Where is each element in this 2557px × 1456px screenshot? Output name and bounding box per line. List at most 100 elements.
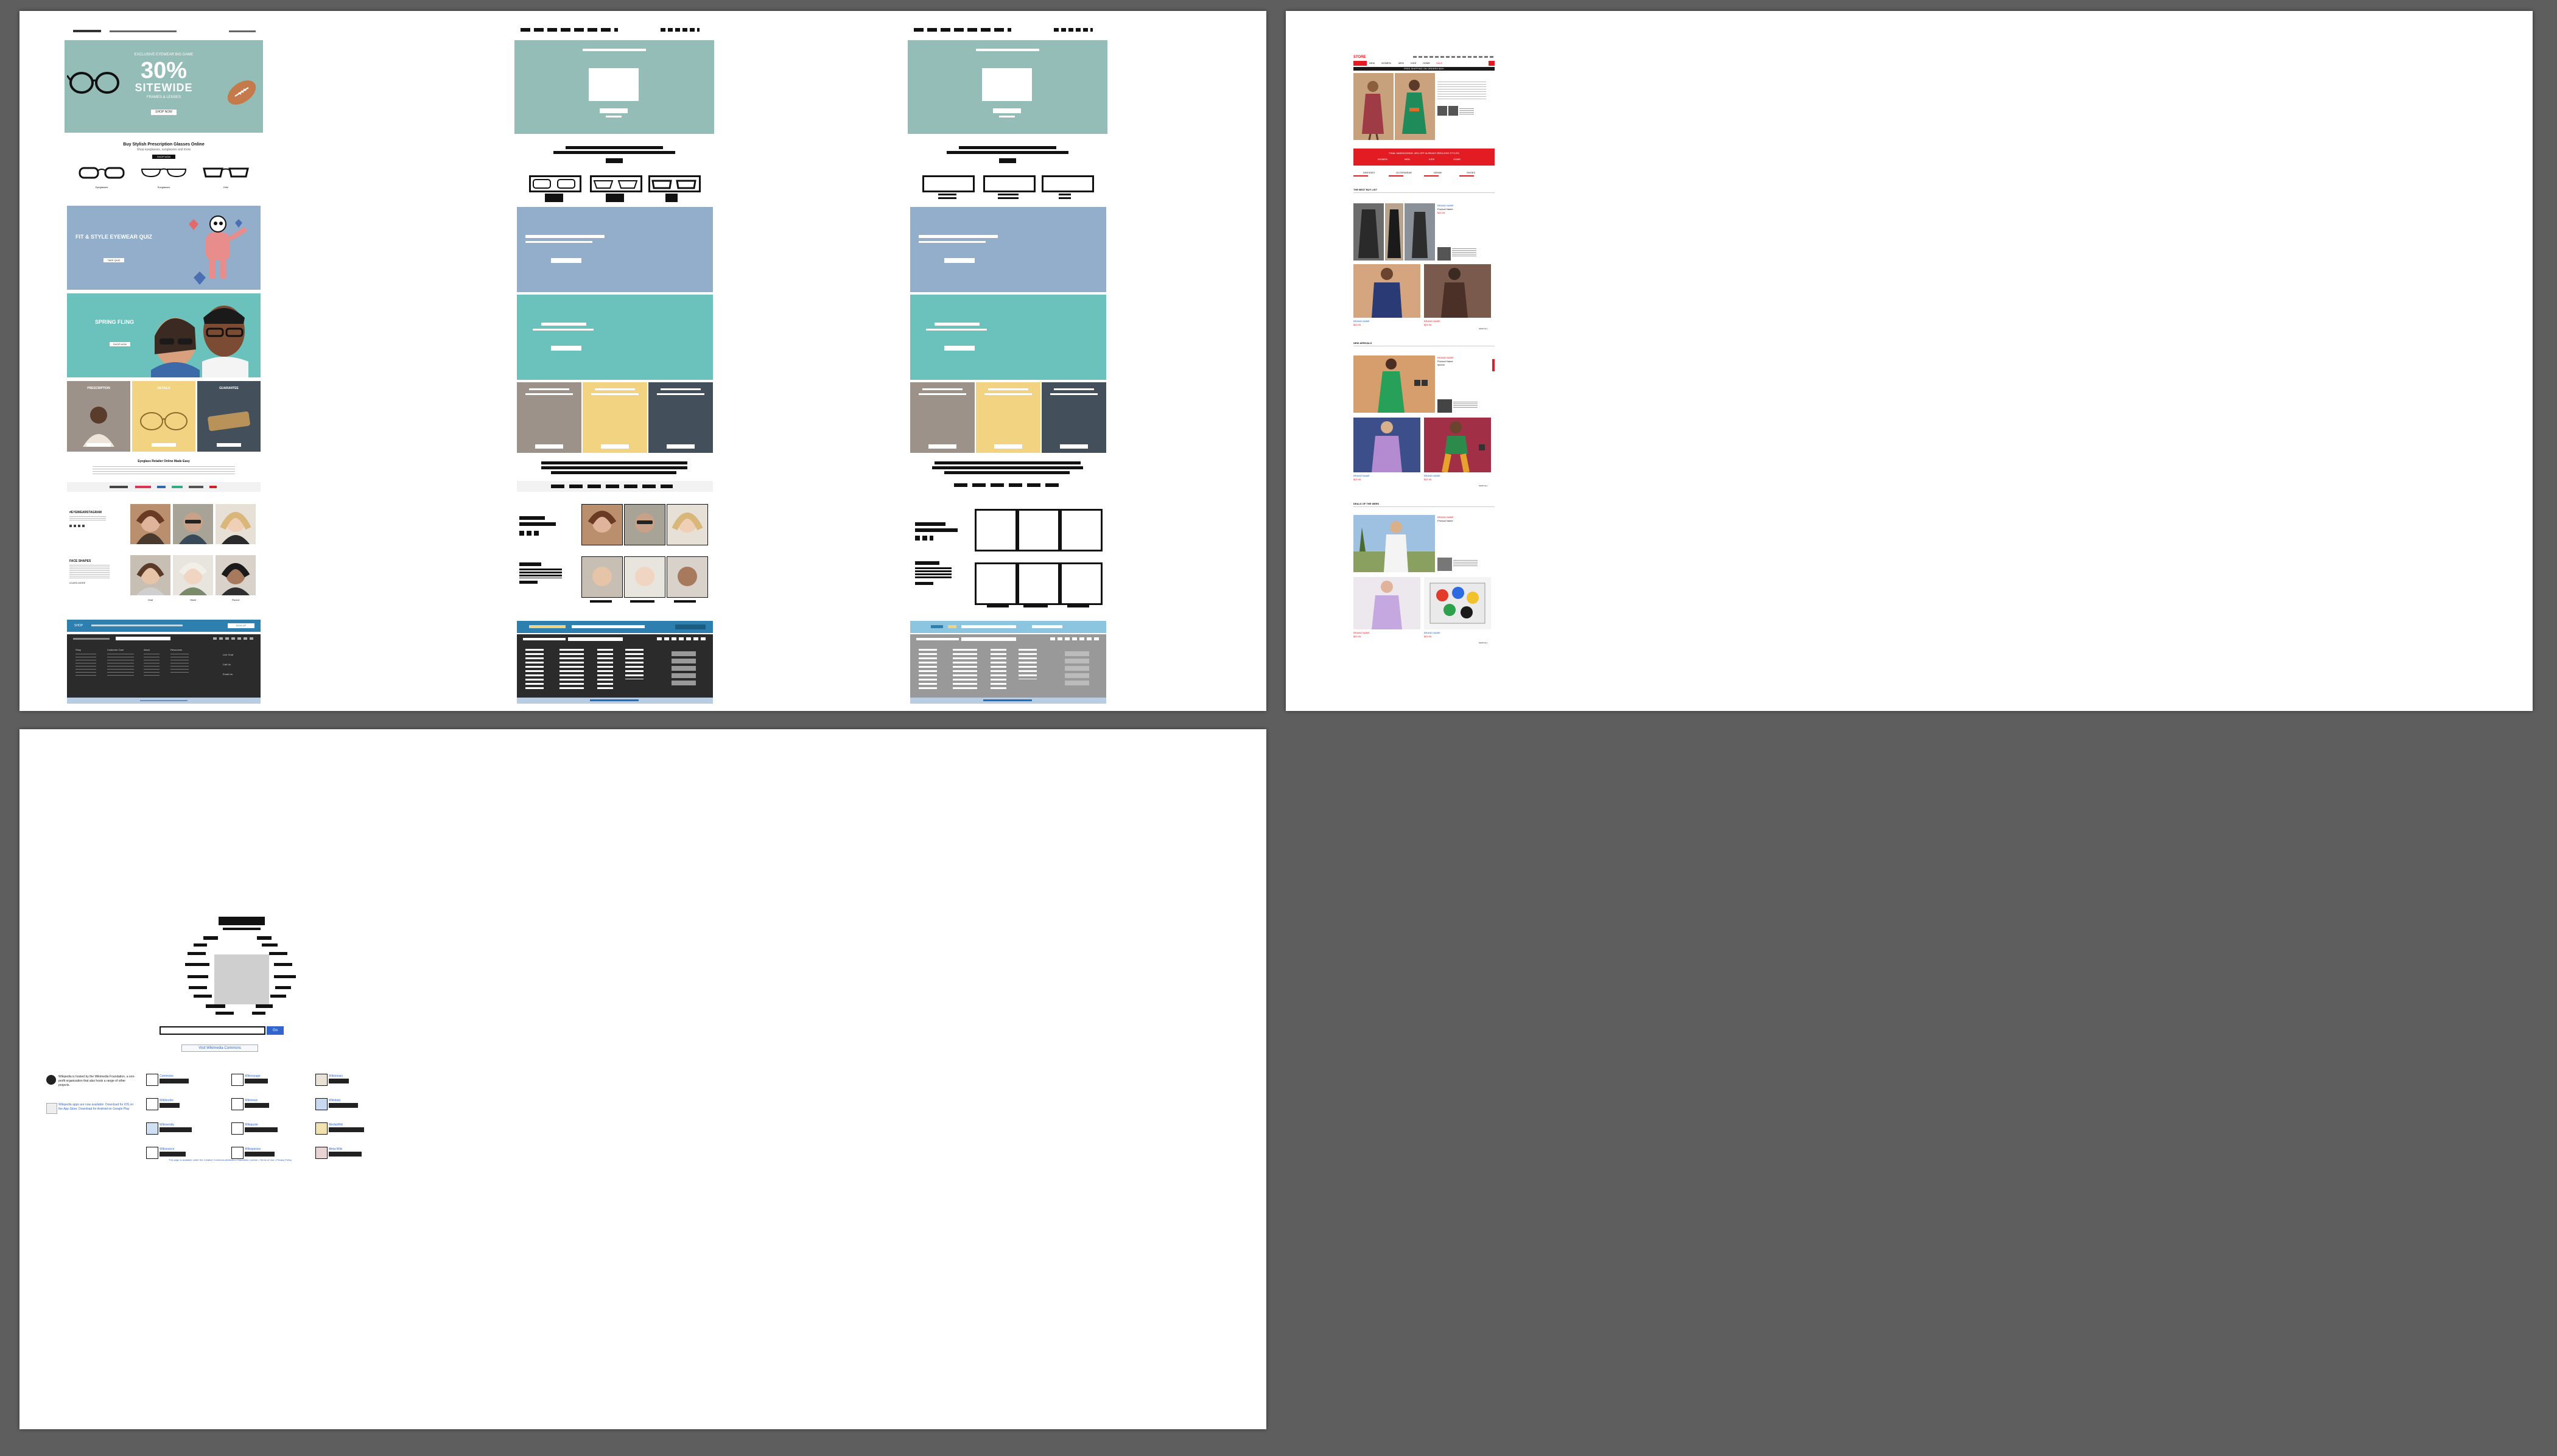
- project-6[interactable]: Wikidata Free knowledge base: [315, 1098, 395, 1116]
- project-3[interactable]: Wiktionary Free dictionary: [315, 1074, 395, 1092]
- project-9[interactable]: MediaWiki Free & open wiki software: [315, 1122, 395, 1141]
- frames-cta-button[interactable]: SHOP NOW: [152, 155, 175, 159]
- nav-links[interactable]: [110, 30, 177, 32]
- project-10-name[interactable]: Wikisource: [160, 1147, 174, 1152]
- fling-cta-button[interactable]: SHOP NOW: [110, 342, 130, 346]
- project-8-name[interactable]: Wikiquote: [245, 1122, 258, 1127]
- retail-product-5[interactable]: [1353, 264, 1420, 318]
- retail-product-14[interactable]: [1424, 577, 1491, 629]
- quiz-cta-button[interactable]: TAKE QUIZ: [103, 258, 124, 262]
- retail-product-8[interactable]: [1437, 399, 1452, 413]
- card-1-cta[interactable]: [86, 443, 111, 447]
- hero-banner[interactable]: EXCLUSIVE EYEWEAR BIG GAME 30% SITEWIDE …: [65, 40, 263, 133]
- project-4-name[interactable]: Wikibooks: [160, 1098, 174, 1103]
- retail-product-11[interactable]: [1353, 515, 1435, 572]
- face-photo-2[interactable]: [173, 555, 213, 595]
- project-11-name[interactable]: Wikispecies: [245, 1147, 261, 1152]
- retail-promo-banner[interactable]: FINAL MARKDOWNS: 40% OFF ALREADY REDUCED…: [1353, 149, 1495, 166]
- retail-nav-6[interactable]: SALE: [1436, 61, 1442, 66]
- project-1-name[interactable]: Commons: [160, 1074, 174, 1079]
- portal-secondary-button[interactable]: Visit Wikimedia Commons: [181, 1045, 258, 1052]
- retail-promo-link-4[interactable]: HOME: [1453, 157, 1461, 162]
- card-2-cta[interactable]: [152, 443, 176, 447]
- retail-logo[interactable]: STORE: [1353, 55, 1366, 60]
- footer-email[interactable]: Email Us: [223, 672, 233, 677]
- social-photo-2[interactable]: [173, 504, 213, 544]
- retail-product-6[interactable]: [1424, 264, 1491, 318]
- retail-product-9[interactable]: [1353, 418, 1420, 472]
- retail-hero-left[interactable]: [1353, 73, 1394, 140]
- project-7[interactable]: Wikiversity Free learning resources: [146, 1122, 225, 1141]
- frame-option-1[interactable]: [78, 166, 125, 179]
- retail-nav-1[interactable]: NEW: [1369, 61, 1375, 66]
- card-prescription[interactable]: PRESCRIPTION: [67, 381, 130, 452]
- site-logo[interactable]: [73, 30, 101, 32]
- footer-links-1[interactable]: [75, 654, 96, 678]
- project-12-name[interactable]: Meta-Wiki: [329, 1147, 342, 1152]
- portal-search-input[interactable]: [160, 1026, 265, 1035]
- card-3-cta[interactable]: [217, 443, 241, 447]
- project-1[interactable]: Commons Free media collection: [146, 1074, 225, 1092]
- retail-product-3[interactable]: [1405, 203, 1435, 261]
- retail-nav-2[interactable]: WOMEN: [1381, 61, 1391, 66]
- retail-hero-right[interactable]: [1395, 73, 1435, 140]
- spring-fling-banner[interactable]: SPRING FLING SHOP NOW: [67, 293, 261, 377]
- frame-label-1[interactable]: Eyeglasses: [78, 185, 125, 190]
- retail-product-12[interactable]: [1437, 558, 1452, 571]
- retail-cat-3[interactable]: DENIM: [1434, 170, 1442, 175]
- retail-product-1[interactable]: [1353, 203, 1384, 261]
- project-7-name[interactable]: Wikiversity: [160, 1122, 174, 1127]
- retail-product-13[interactable]: [1353, 577, 1420, 629]
- retail-header-icons[interactable]: [1413, 56, 1495, 58]
- footer-links-4[interactable]: [170, 654, 189, 674]
- retail-shop-all-2[interactable]: SHOP ALL: [1479, 483, 1487, 488]
- social-photo-1[interactable]: [130, 504, 170, 544]
- promo-cta[interactable]: SIGN UP: [228, 623, 254, 628]
- retail-product-10[interactable]: [1424, 418, 1491, 472]
- card-details[interactable]: DETAILS: [132, 381, 195, 452]
- project-6-name[interactable]: Wikidata: [329, 1098, 340, 1103]
- project-8[interactable]: Wikiquote Free quote compendium: [231, 1122, 310, 1141]
- portal-info-2[interactable]: Wikipedia apps are now available: Downlo…: [58, 1103, 134, 1111]
- retail-nav-4[interactable]: KIDS: [1411, 61, 1416, 66]
- retail-product-2[interactable]: [1385, 203, 1403, 261]
- retail-cat-4[interactable]: SHOES: [1467, 170, 1475, 175]
- project-2-name[interactable]: Wikivoyage: [245, 1074, 261, 1079]
- project-2[interactable]: Wikivoyage Free travel guide: [231, 1074, 310, 1092]
- frame-option-2[interactable]: [140, 166, 188, 179]
- retail-p-name-11[interactable]: Product Name: [1437, 519, 1453, 523]
- retail-shop-all-3[interactable]: SHOP ALL: [1479, 640, 1487, 645]
- social-icons[interactable]: [69, 525, 85, 527]
- social-photo-3[interactable]: [216, 504, 256, 544]
- frame-label-3[interactable]: Kids: [202, 185, 250, 190]
- portal-footer[interactable]: This page is available under the Creativ…: [139, 1158, 321, 1163]
- footer-search[interactable]: [116, 637, 170, 640]
- promo-strip[interactable]: SHOP SIGN UP: [67, 620, 261, 632]
- portal-search-button[interactable]: Go: [267, 1026, 284, 1035]
- project-3-name[interactable]: Wiktionary: [329, 1074, 343, 1079]
- project-9-name[interactable]: MediaWiki: [329, 1122, 343, 1127]
- retail-promo-link-2[interactable]: MEN: [1405, 157, 1410, 162]
- retail-nav-5[interactable]: HOME: [1423, 61, 1430, 66]
- hero-cta-button[interactable]: SHOP NOW: [151, 110, 177, 115]
- project-5-name[interactable]: Wikinews: [245, 1098, 258, 1103]
- faces-cta[interactable]: LEARN MORE: [69, 581, 85, 586]
- project-4[interactable]: Wikibooks Free textbooks: [146, 1098, 225, 1116]
- retail-shop-all-1[interactable]: SHOP ALL: [1479, 326, 1487, 331]
- retail-product-4[interactable]: [1437, 247, 1451, 261]
- footer-call[interactable]: Call Us: [223, 662, 231, 667]
- face-photo-3[interactable]: [216, 555, 256, 595]
- project-12[interactable]: Meta-Wiki Community coordination: [315, 1147, 395, 1165]
- retail-product-7[interactable]: [1353, 355, 1435, 413]
- frame-option-3[interactable]: [202, 166, 250, 179]
- retail-promo-link-3[interactable]: KIDS: [1429, 157, 1434, 162]
- retail-cat-2[interactable]: OUTERWEAR: [1396, 170, 1412, 175]
- frame-label-2[interactable]: Sunglasses: [140, 185, 188, 190]
- quiz-banner[interactable]: FIT & STYLE EYEWEAR QUIZ TAKE QUIZ: [67, 206, 261, 290]
- retail-nav-3[interactable]: MEN: [1398, 61, 1404, 66]
- footer-chat[interactable]: Live Chat: [223, 653, 233, 657]
- retail-cat-1[interactable]: DRESSES: [1363, 170, 1375, 175]
- footer-links-3[interactable]: [144, 654, 160, 678]
- header-icons[interactable]: [229, 30, 256, 32]
- face-photo-1[interactable]: [130, 555, 170, 595]
